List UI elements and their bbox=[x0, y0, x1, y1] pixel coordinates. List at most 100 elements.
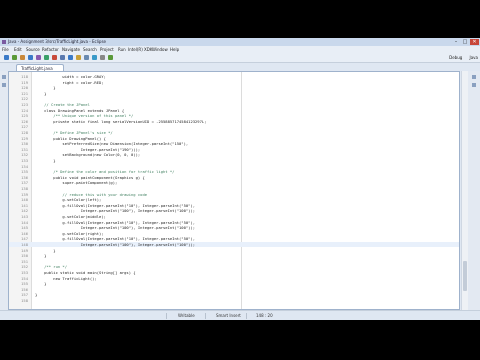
eclipse-window: Java - Assignment 3/src/TrafficLight.jav… bbox=[0, 38, 480, 320]
code-line[interactable]: 154 new TrafficLight(); bbox=[9, 276, 459, 281]
code-line[interactable]: 140 g.setColor(left); bbox=[9, 197, 459, 202]
code-line[interactable]: 136 public void paintComponent(Graphics … bbox=[9, 175, 459, 180]
code-line[interactable]: 125 /** Unique version of this panel */ bbox=[9, 113, 459, 118]
code-line[interactable]: 141 g.fillOval(Integer.parseInt("10"), I… bbox=[9, 203, 459, 208]
code-line[interactable]: 127 bbox=[9, 124, 459, 129]
code-line[interactable]: 152 /** run */ bbox=[9, 264, 459, 269]
line-number: 145 bbox=[21, 225, 28, 231]
code-line[interactable]: 138 bbox=[9, 186, 459, 191]
code-line[interactable]: 130 setPreferredSize(new Dimension(Integ… bbox=[9, 141, 459, 146]
code-line[interactable]: 153 public static void main(String[] arg… bbox=[9, 270, 459, 275]
code-line[interactable]: 155 } bbox=[9, 281, 459, 286]
menu-help[interactable]: Help bbox=[170, 46, 179, 53]
toolbar-button[interactable] bbox=[28, 55, 33, 60]
debug-perspective-button[interactable]: Debug bbox=[449, 55, 462, 60]
code-line[interactable]: 126 private static final long serialVers… bbox=[9, 119, 459, 124]
code-line[interactable]: 134 bbox=[9, 164, 459, 169]
code-text: public void paintComponent(Graphics g) { bbox=[35, 174, 145, 180]
code-line[interactable]: 129 public DrawingPanel() { bbox=[9, 136, 459, 141]
editor-vertical-scrollbar[interactable] bbox=[461, 71, 468, 310]
code-line[interactable]: 158 bbox=[9, 298, 459, 303]
code-line[interactable]: 128 /* Define JPanel's size */ bbox=[9, 130, 459, 135]
code-text: width = color.GRAY; bbox=[35, 74, 106, 79]
line-number: 156 bbox=[21, 286, 28, 292]
code-line[interactable]: 151 bbox=[9, 259, 459, 264]
line-number: 138 bbox=[21, 186, 28, 191]
toolbar-button[interactable] bbox=[84, 55, 89, 60]
line-number: 144 bbox=[21, 219, 28, 225]
line-number: 153 bbox=[21, 270, 28, 275]
toolbar-button[interactable] bbox=[76, 55, 81, 60]
code-line[interactable]: 123 // Create the JPanel bbox=[9, 102, 459, 107]
code-line[interactable]: 146 g.setColor(right); bbox=[9, 231, 459, 236]
toolbar-button[interactable] bbox=[52, 55, 57, 60]
code-line[interactable]: 119 right = color.RED; bbox=[9, 80, 459, 85]
perspective-switcher: Debug Java bbox=[449, 53, 478, 62]
code-line[interactable]: 149 } bbox=[9, 248, 459, 253]
menu-source[interactable]: Source bbox=[26, 46, 40, 53]
package-explorer-icon[interactable] bbox=[2, 83, 6, 87]
java-perspective-button[interactable]: Java bbox=[470, 55, 478, 60]
code-line[interactable]: 142 Integer.parseInt("100"), Integer.par… bbox=[9, 208, 459, 213]
window-title: Java - Assignment 3/src/TrafficLight.jav… bbox=[8, 39, 107, 44]
editor-tab-trafficlight[interactable]: TrafficLight.java bbox=[16, 64, 64, 71]
code-line[interactable]: 150 } bbox=[9, 253, 459, 258]
code-line[interactable]: 157} bbox=[9, 292, 459, 297]
menu-search[interactable]: Search bbox=[83, 46, 97, 53]
toolbar-button[interactable] bbox=[36, 55, 41, 60]
code-line[interactable]: 124 class DrawingPanel extends JPanel { bbox=[9, 108, 459, 113]
code-line[interactable]: 147 g.fillOval(Integer.parseInt("10"), I… bbox=[9, 236, 459, 241]
code-line[interactable]: 139 // reduce this with your drawing cod… bbox=[9, 192, 459, 197]
code-text: } bbox=[35, 85, 56, 91]
code-line[interactable]: 144 g.fillOval(Integer.parseInt("10"), I… bbox=[9, 220, 459, 225]
scrollbar-thumb[interactable] bbox=[463, 261, 467, 291]
menu-navigate[interactable]: Navigate bbox=[62, 46, 80, 53]
toolbar-button[interactable] bbox=[12, 55, 17, 60]
toolbar-button[interactable] bbox=[20, 55, 25, 60]
code-text: super.paintComponent(g); bbox=[35, 180, 118, 186]
status-writable: Writable bbox=[178, 313, 195, 318]
toolbar-button[interactable] bbox=[68, 55, 73, 60]
menu-run[interactable]: Run bbox=[118, 46, 126, 53]
code-line[interactable]: 148 Integer.parseInt("100"), Integer.par… bbox=[9, 242, 459, 248]
code-text: g.fillOval(Integer.parseInt("10"), Integ… bbox=[35, 202, 196, 208]
code-line[interactable]: 133 } bbox=[9, 158, 459, 163]
restore-view-icon[interactable] bbox=[2, 75, 6, 79]
menu-edit[interactable]: Edit bbox=[14, 46, 22, 53]
code-line[interactable]: 120 } bbox=[9, 85, 459, 90]
toolbar-button[interactable] bbox=[108, 55, 113, 60]
code-line[interactable]: 132 setBackground(new Color(0, 0, 0)); bbox=[9, 152, 459, 157]
code-line[interactable]: 121 } bbox=[9, 91, 459, 96]
toolbar-button[interactable] bbox=[100, 55, 105, 60]
menu-project[interactable]: Project bbox=[100, 46, 114, 53]
line-number: 147 bbox=[21, 236, 28, 242]
line-number: 135 bbox=[21, 169, 28, 175]
outline-view-icon[interactable] bbox=[472, 75, 476, 79]
code-editor[interactable]: 118 width = color.GRAY; 119 right = color… bbox=[8, 71, 460, 310]
task-list-icon[interactable] bbox=[472, 83, 476, 87]
toolbar-button[interactable] bbox=[60, 55, 65, 60]
maximize-button[interactable]: □ bbox=[461, 39, 469, 45]
toolbar-button[interactable] bbox=[44, 55, 49, 60]
menu-window[interactable]: Window bbox=[152, 46, 168, 53]
line-number: 154 bbox=[21, 275, 28, 281]
code-line[interactable]: 118 width = color.GRAY; bbox=[9, 74, 459, 79]
code-line[interactable]: 156 bbox=[9, 287, 459, 292]
close-button[interactable]: ✕ bbox=[470, 39, 479, 45]
code-line[interactable]: 145 Integer.parseInt("100"), Integer.par… bbox=[9, 225, 459, 230]
minimize-button[interactable]: – bbox=[452, 39, 460, 45]
code-line[interactable]: 135 /* Define the color and position for… bbox=[9, 169, 459, 174]
menu-refactor[interactable]: Refactor bbox=[42, 46, 59, 53]
code-line[interactable]: 143 g.setColor(middle); bbox=[9, 214, 459, 219]
line-number: 139 bbox=[21, 191, 28, 197]
toolbar-button[interactable] bbox=[4, 55, 9, 60]
line-number: 157 bbox=[21, 292, 28, 298]
code-line[interactable]: 131 Integer.parseInt("190"))); bbox=[9, 147, 459, 152]
code-line[interactable]: 137 super.paintComponent(g); bbox=[9, 180, 459, 185]
toolbar-button[interactable] bbox=[92, 55, 97, 60]
menu-intel-xdk[interactable]: Intel(R) XDK bbox=[128, 46, 152, 53]
line-number: 120 bbox=[21, 85, 28, 91]
code-text: /** run */ bbox=[35, 264, 68, 270]
menu-file[interactable]: File bbox=[2, 46, 9, 53]
code-line[interactable]: 122 bbox=[9, 96, 459, 101]
